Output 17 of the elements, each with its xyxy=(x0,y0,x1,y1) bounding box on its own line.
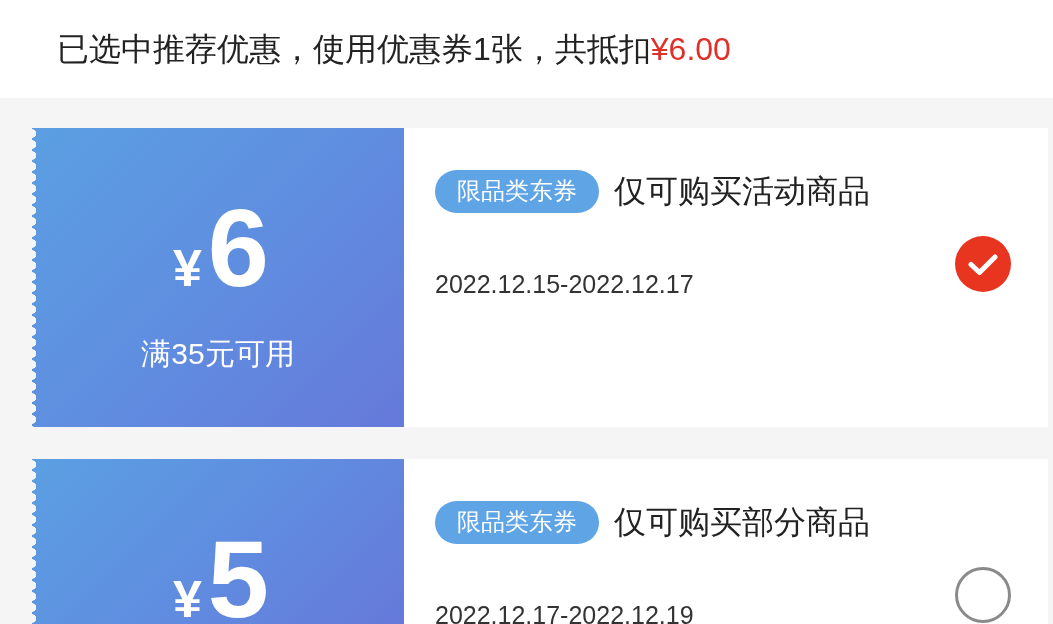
currency-symbol: ¥ xyxy=(172,248,202,290)
category-tag: 限品类东券 xyxy=(435,169,599,213)
empty-circle-icon[interactable] xyxy=(955,567,1011,623)
coupon-amount: 5 xyxy=(207,535,270,623)
currency-symbol: ¥ xyxy=(172,579,202,621)
coupon-amount: 6 xyxy=(207,204,270,292)
coupon-title: 仅可购买活动商品 xyxy=(614,172,870,211)
validity-period: 2022.12.15-2022.12.17 xyxy=(435,271,694,297)
check-circle-icon[interactable] xyxy=(955,236,1011,292)
coupon-card[interactable]: ¥5 限品类东券 仅可购买部分商品 2022.12.17-2022.12.19 xyxy=(32,459,1048,624)
coupon-title: 仅可购买部分商品 xyxy=(614,503,870,542)
coupon-card[interactable]: ¥6 满35元可用 限品类东券 仅可购买活动商品 2022.12.15-2022.12.17 xyxy=(32,128,1048,427)
validity-period: 2022.12.17-2022.12.19 xyxy=(435,602,694,624)
discount-amount: ¥6.00 xyxy=(650,30,731,69)
category-tag: 限品类东券 xyxy=(435,500,599,544)
summary-text: 已选中推荐优惠，使用优惠券1张，共抵扣 xyxy=(57,30,651,69)
usage-condition: 满35元可用 xyxy=(141,339,295,369)
